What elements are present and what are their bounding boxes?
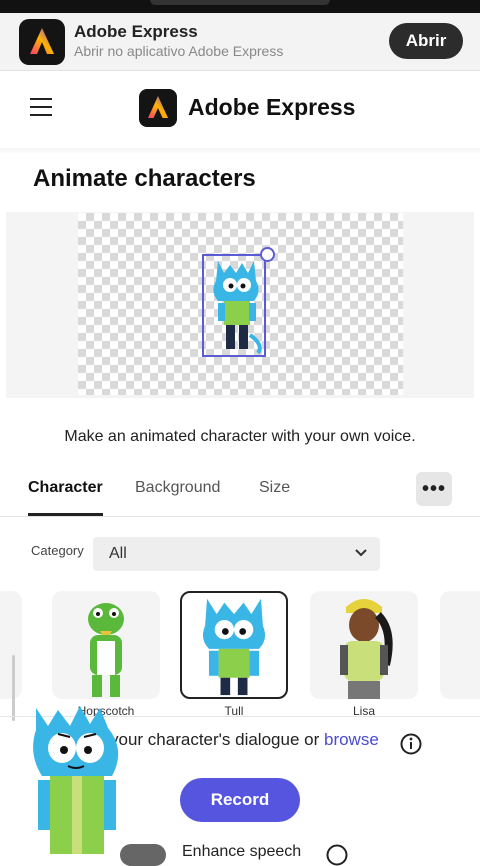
lisa-character-icon [340,599,393,699]
frog-character-icon [88,603,124,697]
scrollbar[interactable] [12,655,15,721]
category-value: All [109,545,127,562]
dialogue-instructions: your character's dialogue or browse [110,730,379,750]
selection-box[interactable] [202,254,266,357]
category-label: Category [31,543,84,558]
banner-subtitle: Abrir no aplicativo Adobe Express [74,43,284,59]
more-options-button[interactable]: ••• [416,472,452,506]
open-app-button[interactable]: Abrir [389,23,463,59]
tab-size[interactable]: Size [259,479,290,497]
info-icon[interactable] [400,733,422,755]
tagline: Make an animated character with your own… [64,428,416,445]
brand-name[interactable]: Adobe Express [188,94,355,121]
browse-link[interactable]: browse [324,730,379,749]
chevron-down-icon [355,549,367,557]
active-tab-indicator [28,513,103,516]
tab-bar: Character Background Size ••• [0,466,480,517]
help-icon[interactable] [326,844,348,866]
character-name-tull: Tull [224,704,244,716]
adobe-express-app-icon [19,19,65,65]
rotate-handle[interactable] [260,247,275,262]
character-carousel[interactable]: Hopscotch Tull Lisa [0,588,480,716]
dialogue-text: your character's dialogue or [110,730,320,749]
site-header: Adobe Express [0,70,480,148]
cat-character-icon [202,598,266,696]
banner-app-name: Adobe Express [74,22,198,41]
character-card-tull[interactable] [180,591,288,699]
status-bar [0,0,480,13]
hamburger-menu-icon[interactable] [30,98,52,118]
character-card-lisa[interactable] [310,591,418,699]
character-card-partial-left[interactable] [0,591,22,699]
character-card-hopscotch[interactable] [52,591,160,699]
app-banner[interactable]: Adobe Express Abrir no aplicativo Adobe … [0,13,480,71]
adobe-express-logo-icon[interactable] [139,89,177,127]
category-select[interactable]: All [93,537,380,571]
tab-background[interactable]: Background [135,479,220,497]
record-button[interactable]: Record [180,778,300,822]
header-shadow [0,148,480,154]
page-title: Animate characters [33,165,256,192]
enhance-speech-label: Enhance speech [182,843,302,860]
camera-notch [150,0,330,5]
mascot-overlay-icon [33,706,119,854]
character-name-lisa: Lisa [352,704,375,716]
enhance-speech-toggle[interactable] [120,844,166,866]
character-card-partial-right[interactable] [440,591,480,699]
tab-character[interactable]: Character [28,479,103,497]
